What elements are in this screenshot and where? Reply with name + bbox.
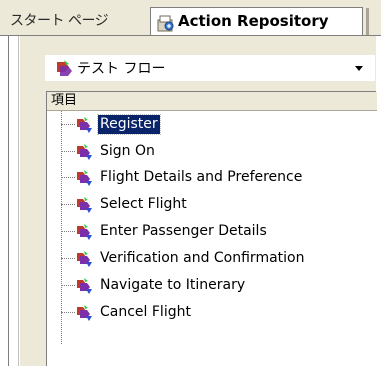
test-flow-icon bbox=[57, 60, 72, 76]
list-item[interactable]: Sign On bbox=[47, 140, 377, 163]
action-list: 項目 Register Sign On Flight Details and Pre… bbox=[46, 91, 377, 366]
tree-connector bbox=[61, 312, 75, 313]
action-icon bbox=[77, 251, 92, 267]
list-item[interactable]: Enter Passenger Details bbox=[47, 220, 377, 243]
panel-border-inner bbox=[18, 36, 19, 366]
repository-panel: テスト フロー 項目 Register Sign On Flight Details… bbox=[0, 35, 381, 366]
list-item-label: Cancel Flight bbox=[100, 304, 191, 320]
repository-icon bbox=[157, 15, 174, 32]
list-item[interactable]: Cancel Flight bbox=[47, 301, 377, 324]
action-icon bbox=[77, 224, 92, 240]
test-flow-combo[interactable]: テスト フロー bbox=[45, 55, 375, 81]
list-item[interactable]: Flight Details and Preference bbox=[47, 166, 377, 189]
tree-connector bbox=[61, 177, 75, 178]
action-icon bbox=[77, 278, 92, 294]
list-item-label: Select Flight bbox=[100, 196, 187, 212]
tab-start-page[interactable]: スタート ページ bbox=[6, 10, 160, 32]
tab-action-repository[interactable]: Action Repository bbox=[150, 7, 363, 35]
list-item-label: Navigate to Itinerary bbox=[100, 277, 246, 293]
tree-connector bbox=[61, 231, 75, 232]
panel-border bbox=[8, 36, 9, 366]
list-item[interactable]: Verification and Confirmation bbox=[47, 247, 377, 270]
chevron-down-icon[interactable] bbox=[351, 60, 367, 76]
tab-bar: スタート ページ Action Repository bbox=[0, 0, 381, 35]
column-header-items[interactable]: 項目 bbox=[47, 92, 377, 111]
list-item-label: Enter Passenger Details bbox=[100, 223, 267, 239]
list-item[interactable]: Select Flight bbox=[47, 193, 377, 216]
tree-connector bbox=[61, 151, 75, 152]
list-item[interactable]: Navigate to Itinerary bbox=[47, 274, 377, 297]
action-icon bbox=[77, 197, 92, 213]
tree-connector bbox=[61, 204, 75, 205]
list-item-label: Verification and Confirmation bbox=[100, 250, 305, 266]
tab-edge bbox=[366, 8, 369, 35]
list-item-label: Flight Details and Preference bbox=[100, 169, 303, 185]
action-icon bbox=[77, 170, 92, 186]
list-item-label: Sign On bbox=[100, 143, 155, 159]
action-icon bbox=[77, 117, 92, 133]
list-item-label: Register bbox=[97, 114, 161, 135]
test-flow-label: テスト フロー bbox=[77, 61, 166, 77]
action-icon bbox=[77, 305, 92, 321]
list-item[interactable]: Register bbox=[47, 113, 377, 136]
tree-connector bbox=[61, 258, 75, 259]
tree-connector bbox=[61, 285, 75, 286]
tree-connector bbox=[61, 124, 75, 125]
tab-action-repository-label: Action Repository bbox=[178, 12, 329, 30]
action-icon bbox=[77, 144, 92, 160]
